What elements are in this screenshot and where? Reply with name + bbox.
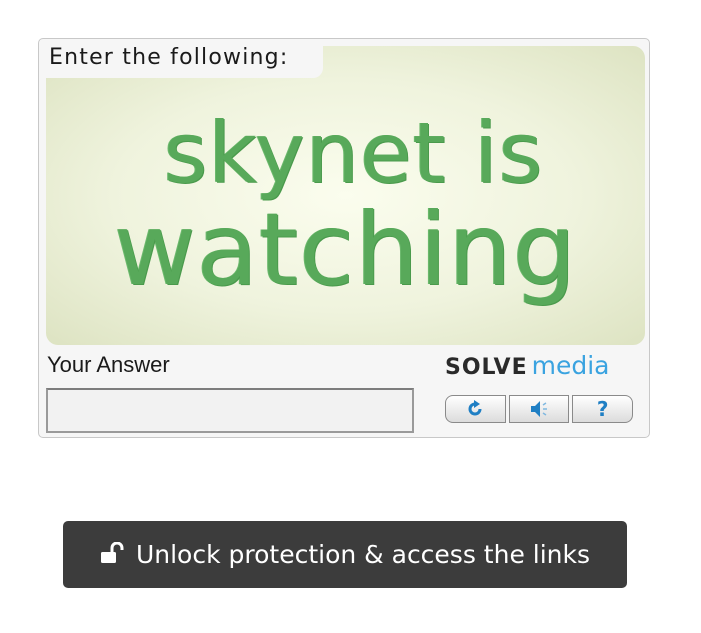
captcha-instruction: Enter the following: — [49, 45, 289, 70]
answer-label: Your Answer — [47, 352, 170, 377]
refresh-button[interactable] — [445, 395, 506, 423]
speaker-icon — [529, 400, 549, 418]
captcha-controls: ? — [445, 395, 634, 425]
brand-solve: SOLVE — [445, 355, 528, 380]
brand-media: media — [531, 351, 610, 380]
help-icon: ? — [596, 397, 609, 421]
solve-media-logo: SOLVE media — [445, 351, 609, 380]
unlock-icon — [100, 542, 124, 564]
answer-input[interactable] — [46, 388, 414, 433]
help-button[interactable]: ? — [572, 395, 634, 423]
refresh-icon — [466, 400, 484, 418]
captcha-widget: skynet is watching Enter the following: … — [38, 38, 650, 438]
captcha-text-line-1: skynet is — [163, 104, 544, 202]
unlock-button[interactable]: Unlock protection & access the links — [63, 521, 627, 588]
captcha-text-line-2: watching — [113, 191, 578, 308]
audio-button[interactable] — [508, 395, 570, 423]
captcha-image: skynet is watching — [46, 46, 645, 345]
unlock-label: Unlock protection & access the links — [135, 540, 591, 569]
